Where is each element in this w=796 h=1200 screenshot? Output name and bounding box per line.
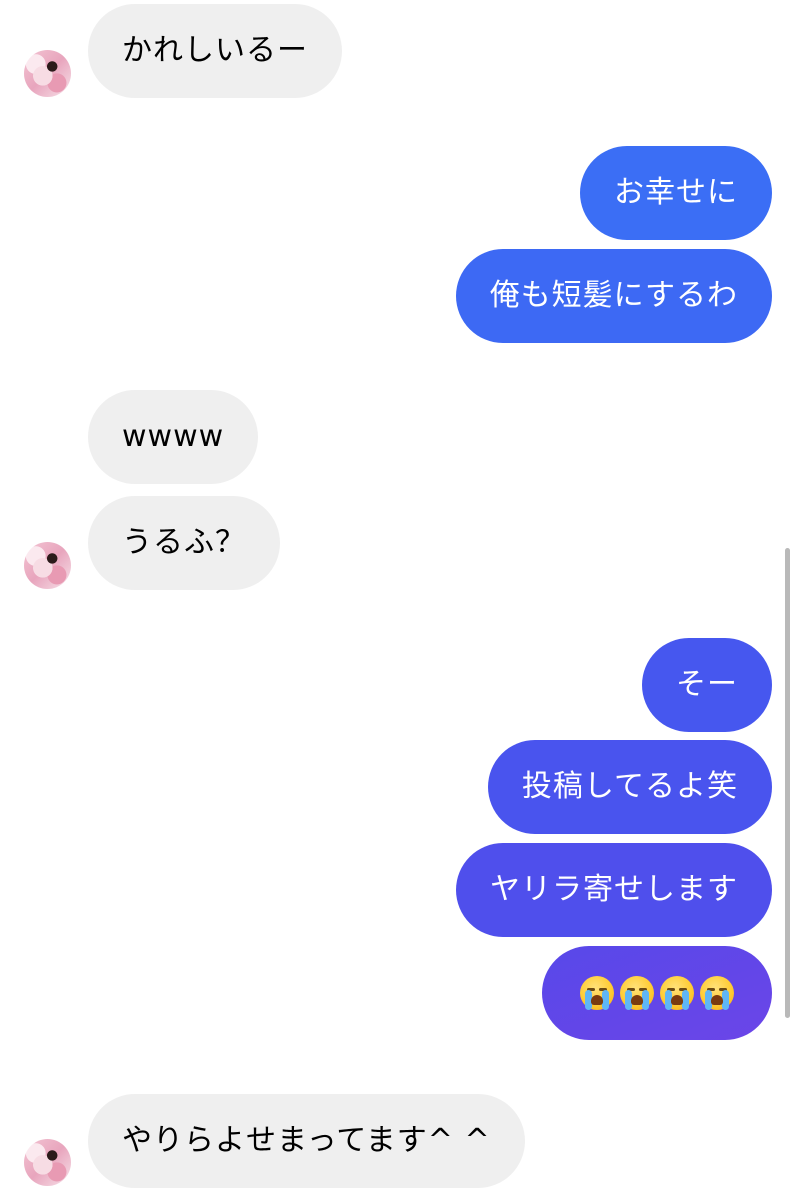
incoming-message-bubble[interactable]: やりらよせまってます^ ^	[88, 1094, 525, 1188]
message-text: wwww	[122, 419, 225, 454]
outgoing-message-bubble[interactable]: 投稿してるよ笑	[487, 740, 772, 834]
contact-avatar[interactable]	[24, 50, 71, 97]
message-text: やりらよせまってます^ ^	[122, 1123, 491, 1158]
outgoing-message-bubble[interactable]: 俺も短髪にするわ	[455, 249, 772, 343]
loudly-crying-face-icon	[580, 976, 614, 1010]
message-text: 投稿してるよ笑	[521, 769, 738, 804]
outgoing-message-bubble[interactable]: お幸せに	[580, 146, 772, 240]
outgoing-message-bubble[interactable]: そー	[642, 638, 772, 732]
scrollbar[interactable]	[785, 548, 790, 1018]
incoming-message-bubble[interactable]: wwww	[88, 390, 259, 484]
loudly-crying-face-icon	[660, 976, 694, 1010]
outgoing-message-bubble[interactable]: ヤリラ寄せします	[456, 843, 772, 937]
outgoing-emoji-bubble[interactable]	[542, 946, 772, 1040]
contact-avatar[interactable]	[24, 542, 71, 589]
incoming-message-bubble[interactable]: かれしいるー	[88, 4, 342, 98]
contact-avatar[interactable]	[24, 1139, 71, 1186]
message-text: うるふ？	[122, 525, 246, 560]
loudly-crying-face-icon	[620, 976, 654, 1010]
message-text: ヤリラ寄せします	[490, 872, 738, 907]
message-text: 俺も短髪にするわ	[489, 278, 738, 313]
loudly-crying-face-icon	[700, 976, 734, 1010]
message-text: かれしいるー	[122, 33, 308, 68]
chat-thread[interactable]: かれしいるー お幸せに 俺も短髪にするわ wwww うるふ？ そー 投稿してるよ…	[0, 0, 796, 1200]
message-text: お幸せに	[614, 175, 738, 210]
message-text: そー	[676, 667, 738, 702]
incoming-message-bubble[interactable]: うるふ？	[88, 496, 280, 590]
